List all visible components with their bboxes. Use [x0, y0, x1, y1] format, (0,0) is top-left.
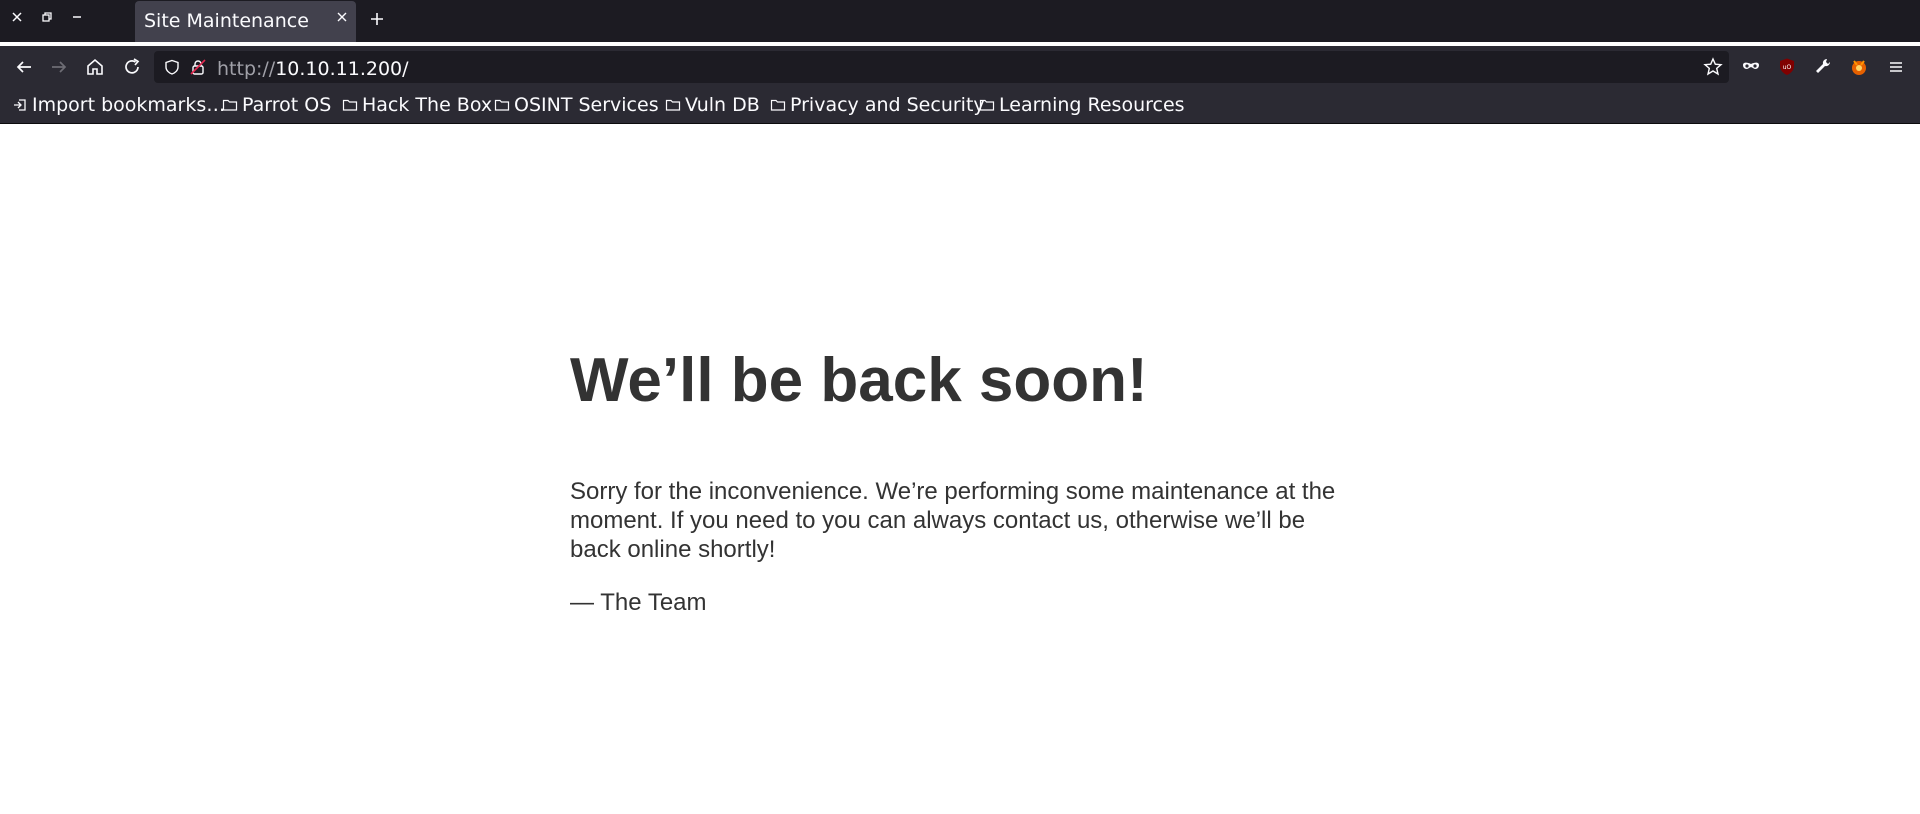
bookmark-label: Privacy and Security	[790, 94, 985, 116]
signature: — The Team	[570, 589, 707, 616]
bookmarks-toolbar: Import bookmarks… Parrot OS Hack The Box…	[0, 88, 1920, 124]
folder-icon	[770, 99, 786, 111]
svg-text:uO: uO	[1783, 64, 1792, 71]
close-window-button[interactable]	[8, 10, 26, 28]
restore-window-button[interactable]	[38, 10, 56, 28]
close-icon	[12, 12, 22, 22]
home-icon	[87, 58, 103, 75]
folder-icon	[342, 99, 358, 111]
url-protocol: http://	[217, 58, 276, 80]
insecure-lock-icon[interactable]	[190, 59, 206, 75]
bookmark-folder-osint-services[interactable]: OSINT Services	[494, 94, 659, 116]
bookmark-folder-hack-the-box[interactable]: Hack The Box	[342, 94, 492, 116]
tab-title: Site Maintenance	[144, 10, 309, 32]
bookmark-import[interactable]: Import bookmarks…	[12, 94, 225, 116]
folder-icon	[494, 99, 510, 111]
bookmark-folder-privacy-and-security[interactable]: Privacy and Security	[770, 94, 985, 116]
url-host: 10.10.11.200/	[275, 58, 409, 80]
menu-icon[interactable]	[1886, 57, 1906, 77]
navigation-toolbar: http://10.10.11.200/ uO	[0, 46, 1920, 88]
ublock-icon[interactable]: uO	[1777, 57, 1797, 77]
minimize-icon	[73, 16, 81, 18]
shield-icon[interactable]	[164, 59, 180, 75]
reload-icon	[125, 58, 140, 74]
folder-icon	[979, 99, 995, 111]
folder-icon	[222, 99, 238, 111]
minimize-window-button[interactable]	[68, 10, 86, 28]
firefox-addon-icon[interactable]	[1849, 57, 1869, 77]
url-bar[interactable]: http://10.10.11.200/	[154, 51, 1729, 83]
bookmark-folder-learning-resources[interactable]: Learning Resources	[979, 94, 1185, 116]
maintenance-message: Sorry for the inconvenience. We’re perfo…	[570, 478, 1336, 563]
bookmark-folder-parrot-os[interactable]: Parrot OS	[222, 94, 331, 116]
bookmark-label: Import bookmarks…	[32, 94, 226, 116]
back-arrow-icon	[16, 61, 31, 73]
page-content: We’ll be back soon! Sorry for the inconv…	[0, 125, 1920, 814]
private-mask-icon[interactable]	[1741, 57, 1761, 77]
close-icon	[337, 12, 347, 22]
import-icon	[14, 99, 26, 111]
restore-icon	[42, 12, 52, 22]
bookmark-label: OSINT Services	[514, 94, 659, 116]
back-button[interactable]	[13, 56, 35, 78]
tab-strip: Site Maintenance	[0, 0, 1920, 42]
star-icon[interactable]	[1703, 57, 1723, 77]
page-heading: We’ll be back soon!	[570, 346, 1148, 415]
plus-icon	[371, 13, 383, 25]
wrench-icon[interactable]	[1813, 57, 1833, 77]
new-tab-button[interactable]	[368, 7, 386, 33]
home-button[interactable]	[84, 56, 106, 78]
forward-button[interactable]	[48, 56, 70, 78]
tab-close-button[interactable]	[336, 11, 348, 27]
url-text[interactable]: http://10.10.11.200/	[217, 58, 409, 80]
forward-arrow-icon	[52, 61, 67, 73]
bookmark-label: Parrot OS	[242, 94, 332, 116]
tab-site-maintenance[interactable]: Site Maintenance	[135, 1, 356, 42]
bookmark-label: Hack The Box	[362, 94, 493, 116]
maintenance-article: We’ll be back soon! Sorry for the inconv…	[570, 345, 1350, 617]
bookmark-label: Learning Resources	[999, 94, 1185, 116]
reload-button[interactable]	[121, 56, 143, 78]
folder-icon	[665, 99, 681, 111]
bookmark-folder-vuln-db[interactable]: Vuln DB	[665, 94, 760, 116]
bookmark-label: Vuln DB	[685, 94, 760, 116]
